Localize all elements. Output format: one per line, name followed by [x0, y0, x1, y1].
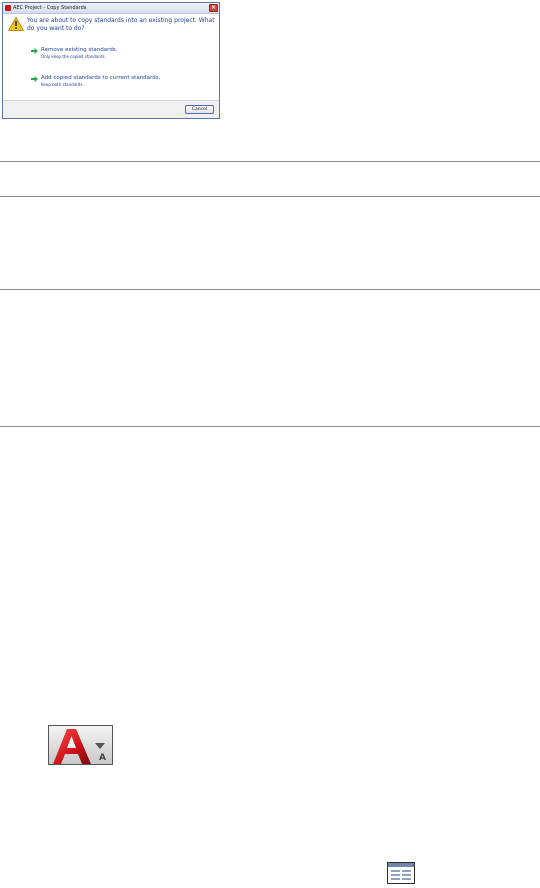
divider	[0, 196, 540, 197]
dialog-title: AEC Project - Copy Standards	[13, 5, 87, 11]
green-arrow-icon	[31, 76, 38, 82]
application-button-icon[interactable]: A	[48, 725, 113, 765]
cancel-button[interactable]: Cancel	[185, 105, 214, 114]
window-line	[402, 870, 411, 872]
green-arrow-icon	[31, 48, 38, 54]
window-line	[391, 870, 400, 872]
divider	[0, 289, 540, 290]
dialog-titlebar: AEC Project - Copy Standards ×	[3, 3, 219, 14]
option-description: Only keep the copied standards.	[41, 54, 106, 59]
dialog-message: You are about to copy standards into an …	[27, 17, 215, 32]
window-line	[402, 874, 411, 876]
close-button[interactable]: ×	[209, 4, 218, 12]
window-line	[391, 874, 400, 876]
app-icon	[5, 5, 11, 11]
option-description: Keep both standards.	[41, 82, 84, 87]
warning-icon	[8, 17, 24, 31]
dialog-footer: Cancel	[3, 100, 219, 118]
option-label: Add copied standards to current standard…	[41, 75, 161, 81]
divider	[0, 161, 540, 162]
window-line	[391, 878, 400, 880]
option-label: Remove existing standards.	[41, 47, 118, 53]
window-line	[402, 878, 411, 880]
copy-standards-dialog: AEC Project - Copy Standards × You are a…	[2, 2, 220, 119]
divider	[0, 426, 540, 427]
window-titlebar-shape	[388, 863, 414, 867]
window-layout-icon[interactable]	[387, 862, 415, 884]
subscript-label: A	[99, 753, 106, 763]
